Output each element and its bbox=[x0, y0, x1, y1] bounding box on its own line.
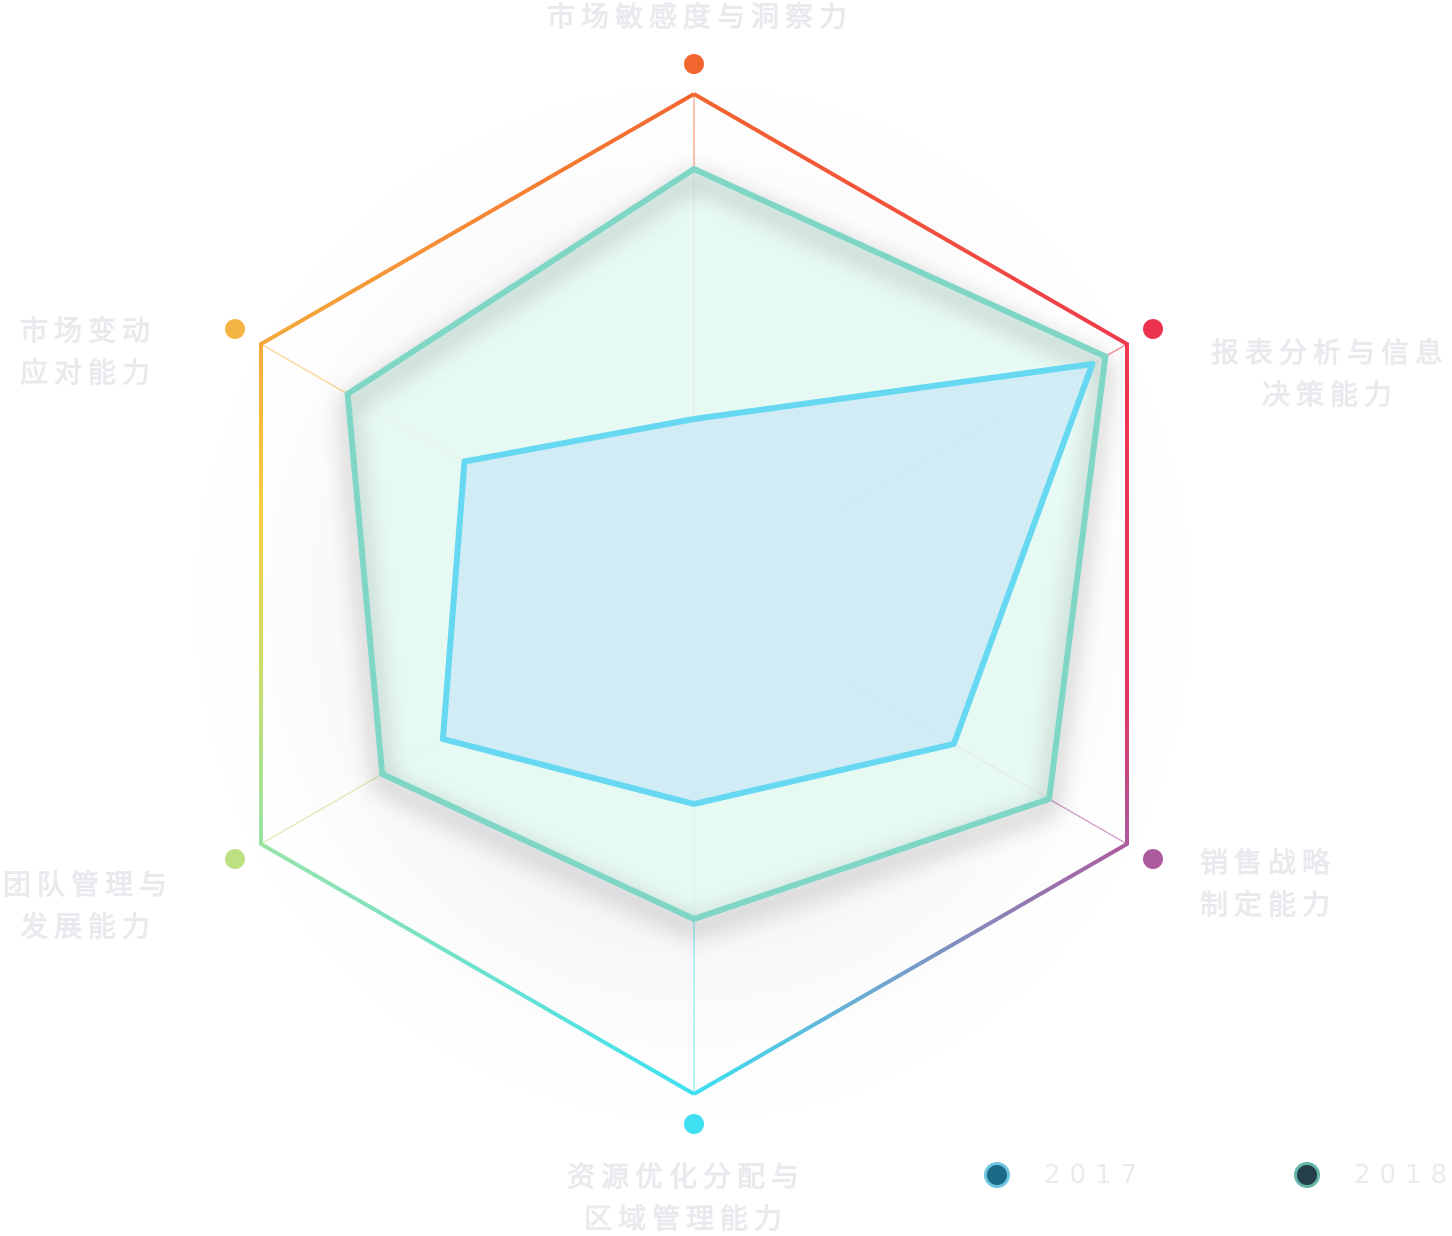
axis-label: 团队管理与 bbox=[3, 868, 173, 901]
radar-chart: 市场敏感度与洞察力报表分析与信息决策能力销售战略制定能力资源优化分配与区域管理能… bbox=[3, 0, 1449, 1235]
legend-item-2018[interactable]: 2018 bbox=[1294, 1155, 1452, 1195]
axis-label: 应对能力 bbox=[20, 356, 156, 389]
axis-marker-dot bbox=[1142, 319, 1163, 339]
axis-label: 决策能力 bbox=[1262, 378, 1398, 411]
axis-label: 市场敏感度与洞察力 bbox=[547, 0, 853, 33]
axis-label: 报表分析与信息 bbox=[1211, 336, 1449, 369]
axis-marker-dot bbox=[225, 319, 246, 339]
legend-label-2018: 2018 bbox=[1354, 1160, 1452, 1190]
axis-marker-dot bbox=[684, 54, 704, 74]
axis-marker-dot bbox=[684, 1114, 704, 1134]
legend-item-2017[interactable]: 2017 bbox=[984, 1155, 1146, 1195]
axis-label: 区域管理能力 bbox=[584, 1202, 788, 1235]
legend-dot-2018 bbox=[1294, 1162, 1320, 1188]
axis-label: 发展能力 bbox=[19, 910, 156, 943]
legend-label-2017: 2017 bbox=[1044, 1160, 1147, 1190]
axis-marker-dot bbox=[1142, 849, 1163, 869]
axis-label: 市场变动 bbox=[20, 314, 156, 347]
axis-label: 资源优化分配与 bbox=[567, 1160, 805, 1193]
axis-marker-dot bbox=[225, 849, 246, 869]
axis-label: 销售战略 bbox=[1200, 846, 1336, 879]
axis-label: 制定能力 bbox=[1200, 888, 1336, 921]
legend-dot-2017 bbox=[984, 1162, 1010, 1188]
